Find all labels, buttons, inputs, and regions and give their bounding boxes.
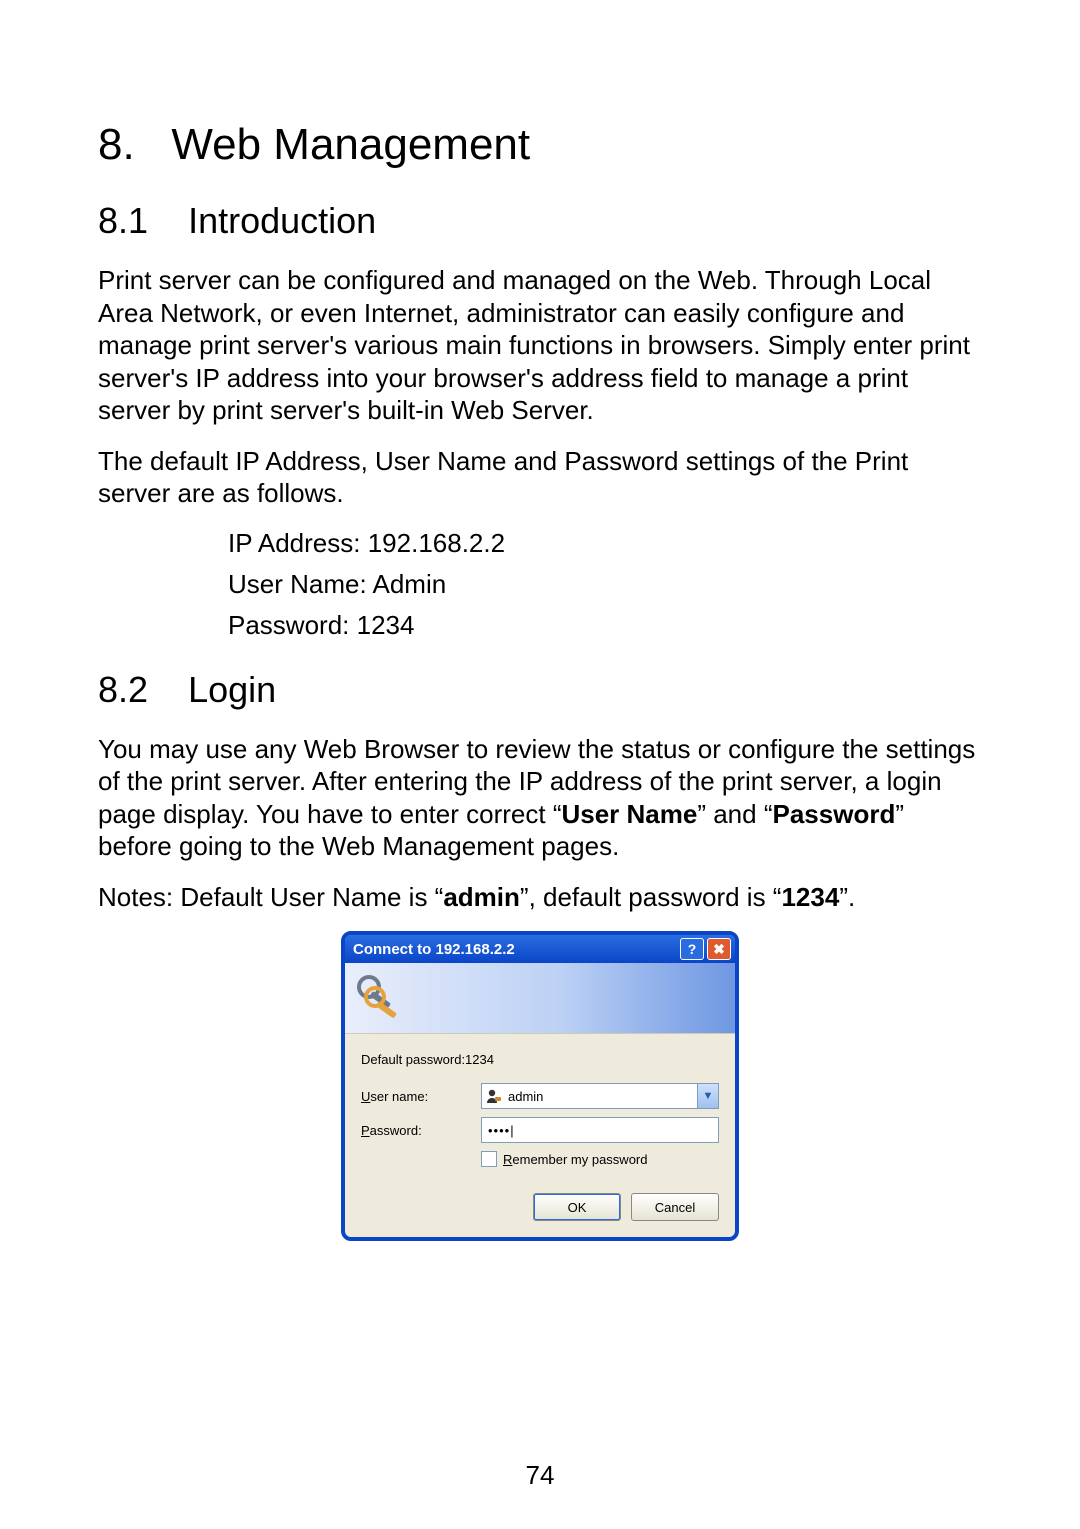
bold-admin: admin — [443, 882, 520, 912]
section-title: Introduction — [188, 200, 376, 241]
chapter-number: 8. — [98, 120, 135, 169]
user-icon — [486, 1088, 502, 1104]
username-combobox[interactable]: admin ▼ — [481, 1083, 719, 1109]
remember-password-label: Remember my password — [503, 1152, 648, 1167]
bold-username: User Name — [561, 799, 697, 829]
username-value: admin — [508, 1089, 543, 1104]
dialog-titlebar[interactable]: Connect to 192.168.2.2 ? ✖ — [345, 935, 735, 963]
keys-icon — [351, 969, 409, 1027]
page-number: 74 — [0, 1460, 1080, 1491]
section-title: Login — [188, 669, 276, 710]
intro-paragraph-2: The default IP Address, User Name and Pa… — [98, 445, 982, 510]
section-number: 8.2 — [98, 669, 148, 710]
ok-button[interactable]: OK — [533, 1193, 621, 1221]
password-input[interactable]: ••••| — [481, 1117, 719, 1143]
login-paragraph-1: You may use any Web Browser to review th… — [98, 733, 982, 863]
password-label: Password: — [361, 1123, 481, 1138]
dialog-title: Connect to 192.168.2.2 — [353, 941, 515, 958]
login-dialog: Connect to 192.168.2.2 ? ✖ Default passw… — [341, 931, 739, 1241]
close-button[interactable]: ✖ — [707, 938, 731, 960]
help-button[interactable]: ? — [680, 938, 704, 960]
section-number: 8.1 — [98, 200, 148, 241]
close-icon: ✖ — [713, 941, 725, 958]
username-label: User name: — [361, 1089, 481, 1104]
intro-paragraph-1: Print server can be configured and manag… — [98, 264, 982, 427]
chapter-heading: 8. Web Management — [98, 120, 982, 170]
remember-password-checkbox[interactable] — [481, 1151, 497, 1167]
bold-1234: 1234 — [781, 882, 839, 912]
chevron-down-icon[interactable]: ▼ — [697, 1084, 718, 1108]
dialog-realm-text: Default password:1234 — [361, 1052, 719, 1067]
password-masked-value: ••••| — [488, 1123, 515, 1138]
bold-password: Password — [773, 799, 896, 829]
default-username: User Name: Admin — [228, 569, 982, 600]
dialog-banner — [345, 963, 735, 1034]
default-password: Password: 1234 — [228, 610, 982, 641]
help-icon: ? — [688, 941, 697, 957]
default-settings-block: IP Address: 192.168.2.2 User Name: Admin… — [228, 528, 982, 641]
section-heading-login: 8.2 Login — [98, 669, 982, 711]
default-ip: IP Address: 192.168.2.2 — [228, 528, 982, 559]
cancel-button[interactable]: Cancel — [631, 1193, 719, 1221]
section-heading-introduction: 8.1 Introduction — [98, 200, 982, 242]
login-notes: Notes: Default User Name is “admin”, def… — [98, 881, 982, 914]
chapter-title: Web Management — [171, 120, 530, 169]
